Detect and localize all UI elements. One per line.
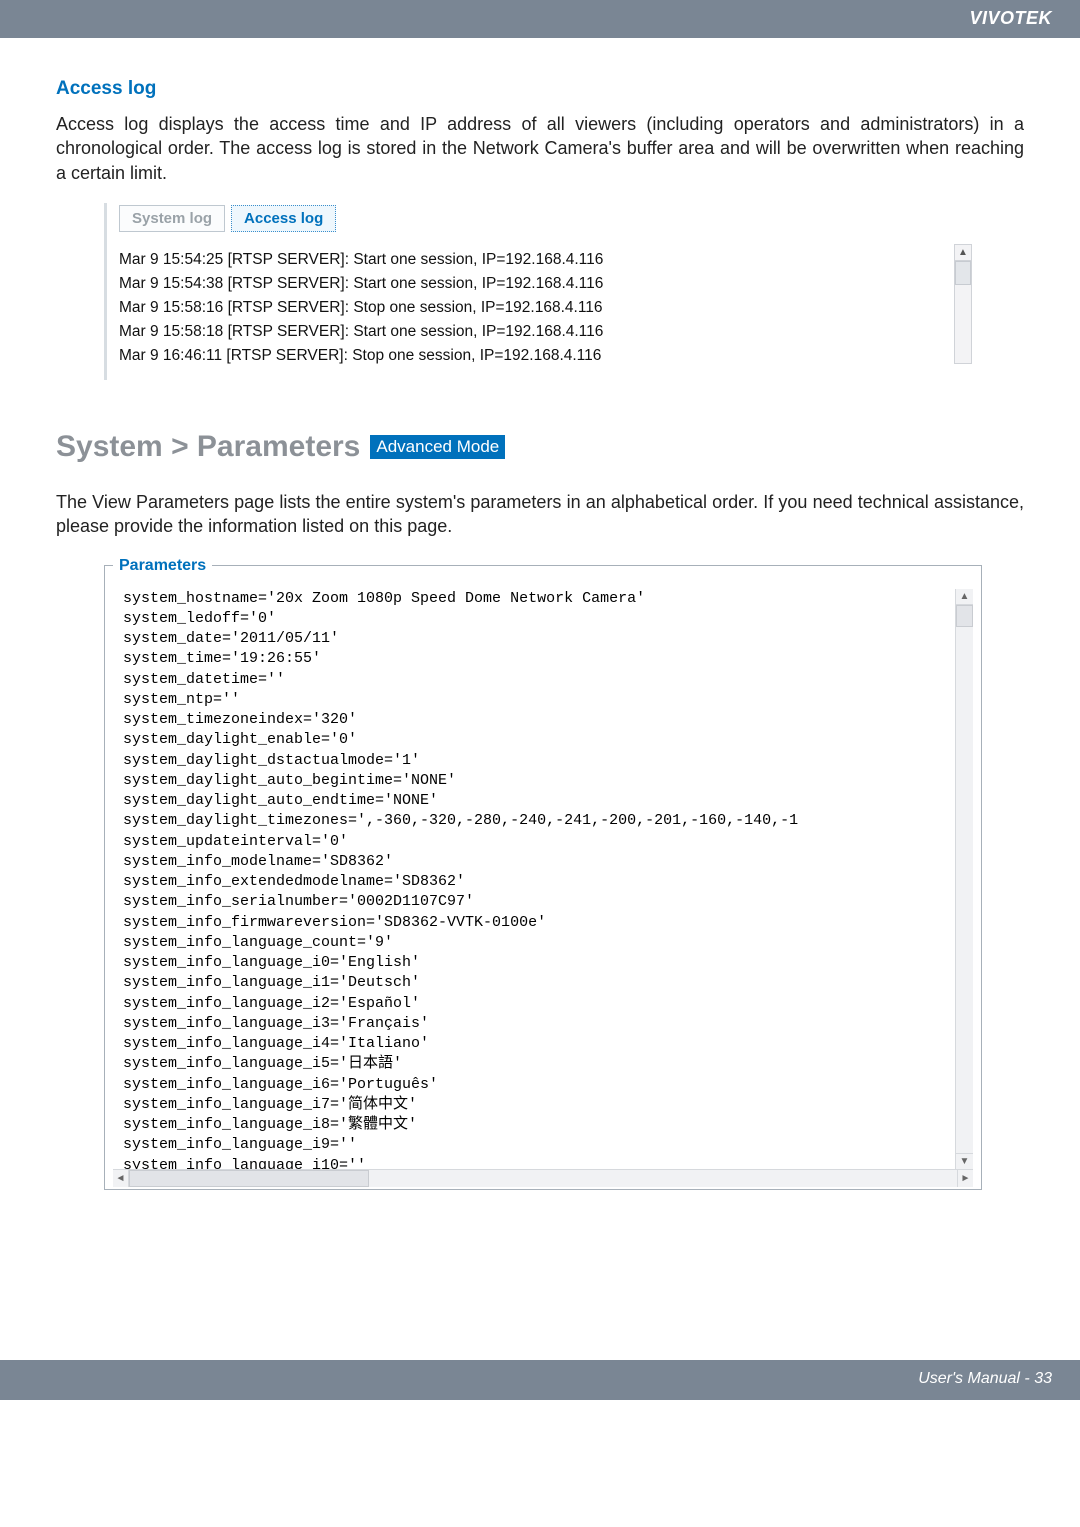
page-content: Access log Access log displays the acces… bbox=[0, 38, 1080, 1190]
parameters-intro: The View Parameters page lists the entir… bbox=[56, 490, 1024, 539]
scroll-left-icon[interactable]: ◄ bbox=[113, 1170, 129, 1187]
log-entry: Mar 9 15:58:16 [RTSP SERVER]: Stop one s… bbox=[119, 296, 964, 320]
system-parameters-heading: System > Parameters Advanced Mode bbox=[56, 430, 1024, 464]
page-header: VIVOTEK bbox=[0, 0, 1080, 38]
log-body: Mar 9 15:54:25 [RTSP SERVER]: Start one … bbox=[107, 238, 976, 380]
params-horizontal-scrollbar[interactable]: ◄ ► bbox=[113, 1169, 973, 1187]
log-entry: Mar 9 15:54:38 [RTSP SERVER]: Start one … bbox=[119, 272, 964, 296]
log-entry: Mar 9 16:46:11 [RTSP SERVER]: Stop one s… bbox=[119, 344, 964, 368]
parameters-legend: Parameters bbox=[113, 557, 212, 575]
access-log-panel: System log Access log Mar 9 15:54:25 [RT… bbox=[104, 203, 976, 380]
access-log-intro: Access log displays the access time and … bbox=[56, 112, 1024, 185]
parameters-panel: Parameters system_hostname='20x Zoom 108… bbox=[104, 557, 982, 1190]
scroll-down-icon[interactable]: ▼ bbox=[956, 1153, 973, 1169]
footer-text: User's Manual - 33 bbox=[918, 1370, 1052, 1387]
advanced-mode-badge: Advanced Mode bbox=[370, 435, 505, 459]
scroll-up-icon[interactable]: ▲ bbox=[956, 589, 973, 605]
scroll-thumb[interactable] bbox=[129, 1170, 369, 1187]
parameters-fieldset: Parameters system_hostname='20x Zoom 108… bbox=[104, 557, 982, 1190]
parameters-textarea[interactable]: system_hostname='20x Zoom 1080p Speed Do… bbox=[113, 589, 973, 1169]
parameters-lines: system_hostname='20x Zoom 1080p Speed Do… bbox=[113, 589, 973, 1169]
scroll-thumb[interactable] bbox=[955, 261, 971, 285]
scroll-right-icon[interactable]: ► bbox=[957, 1170, 973, 1187]
scroll-track[interactable] bbox=[129, 1170, 957, 1187]
params-vertical-scrollbar[interactable]: ▲ ▼ bbox=[955, 589, 973, 1169]
log-tab-row: System log Access log bbox=[107, 203, 976, 232]
tab-system-log[interactable]: System log bbox=[119, 205, 225, 232]
access-log-heading: Access log bbox=[56, 78, 1024, 100]
scroll-up-icon[interactable]: ▲ bbox=[955, 245, 971, 261]
system-parameters-title: System > Parameters bbox=[56, 430, 360, 464]
brand-text: VIVOTEK bbox=[969, 8, 1052, 28]
page-footer: User's Manual - 33 bbox=[0, 1360, 1080, 1400]
scroll-thumb[interactable] bbox=[956, 605, 973, 627]
log-entry: Mar 9 15:54:25 [RTSP SERVER]: Start one … bbox=[119, 248, 964, 272]
log-entry: Mar 9 15:58:18 [RTSP SERVER]: Start one … bbox=[119, 320, 964, 344]
log-vertical-scrollbar[interactable]: ▲ bbox=[954, 244, 972, 364]
tab-access-log[interactable]: Access log bbox=[231, 205, 336, 232]
